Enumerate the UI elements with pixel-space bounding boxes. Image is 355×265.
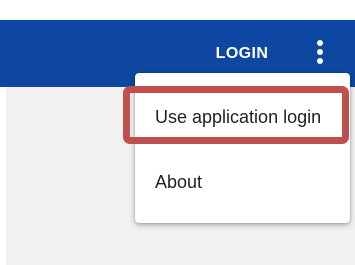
menu-item-about[interactable]: About <box>135 158 350 206</box>
highlight-box <box>123 86 349 144</box>
more-vert-icon[interactable] <box>306 30 334 74</box>
top-strip <box>0 0 355 20</box>
menu-item-label: About <box>155 171 203 192</box>
